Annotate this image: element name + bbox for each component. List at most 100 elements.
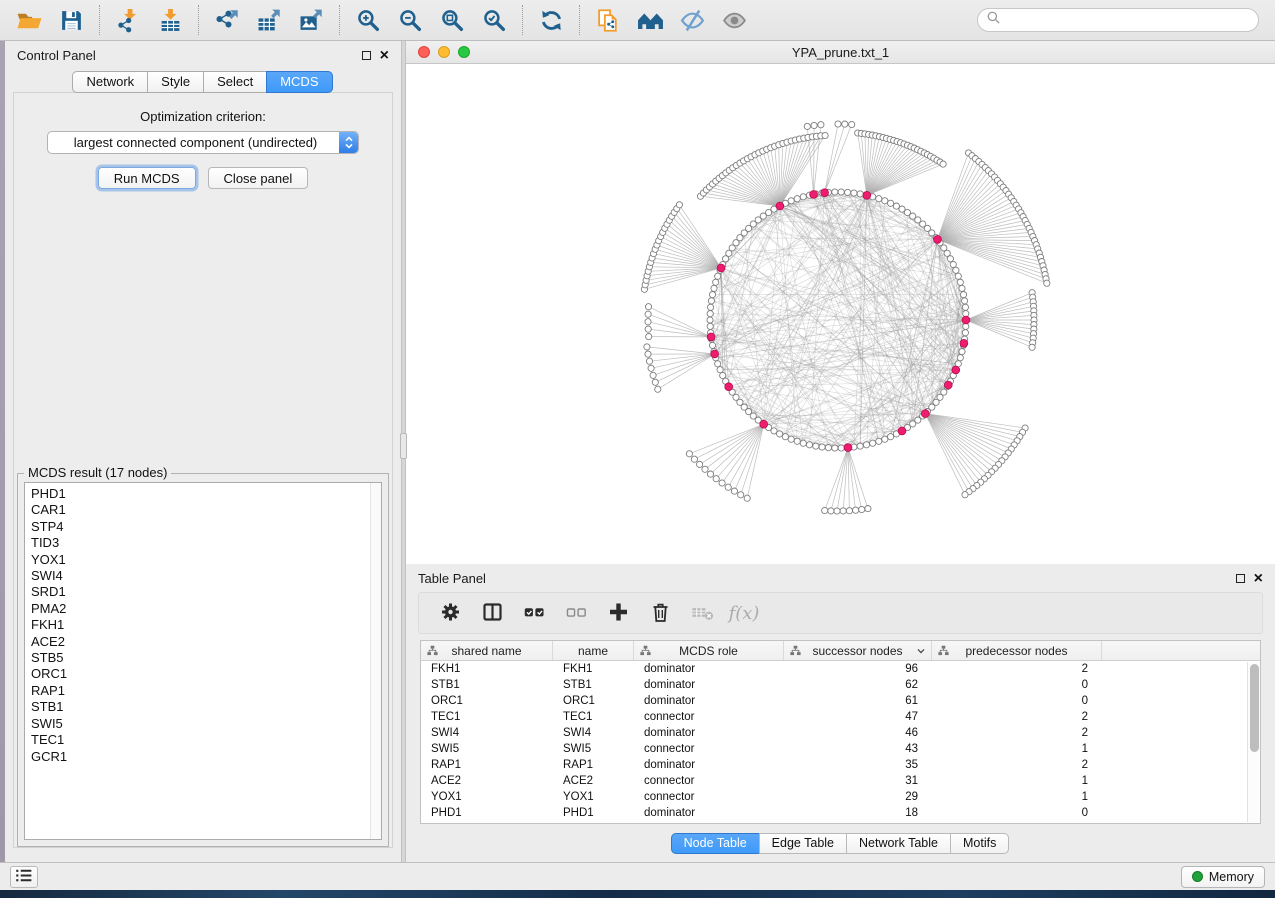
export-network-button[interactable] — [206, 3, 248, 37]
mcds-result-item[interactable]: STB1 — [31, 699, 381, 715]
mcds-result-item[interactable]: TEC1 — [31, 732, 381, 748]
first-neighbors-button[interactable] — [629, 3, 671, 37]
float-table-panel-icon[interactable] — [1236, 574, 1245, 583]
mcds-result-item[interactable]: RAP1 — [31, 683, 381, 699]
create-column-button[interactable] — [599, 596, 637, 630]
table-row[interactable]: TEC1TEC1connector472 — [421, 709, 1247, 725]
table-row[interactable]: SWI4SWI4dominator462 — [421, 725, 1247, 741]
cell-name: STB1 — [553, 677, 634, 693]
network-svg[interactable] — [406, 64, 1275, 563]
sort-indicator-icon[interactable] — [916, 646, 926, 656]
window-minimize-icon[interactable] — [438, 46, 450, 58]
open-session-button[interactable] — [8, 3, 50, 37]
close-table-panel-icon[interactable]: × — [1254, 574, 1263, 584]
mcds-result-item[interactable]: PMA2 — [31, 601, 381, 617]
column-header-predecessor-nodes[interactable]: predecessor nodes — [932, 641, 1102, 660]
show-all-button[interactable] — [713, 3, 755, 37]
save-session-button[interactable] — [50, 3, 92, 37]
import-network-button[interactable] — [107, 3, 149, 37]
table-row[interactable]: RAP1RAP1dominator352 — [421, 757, 1247, 773]
table-row[interactable]: FKH1FKH1dominator962 — [421, 661, 1247, 677]
checked-columns-icon — [523, 601, 546, 626]
mcds-result-item[interactable]: ORC1 — [31, 666, 381, 682]
mcds-result-item[interactable]: TID3 — [31, 535, 381, 551]
mcds-result-item[interactable]: SWI5 — [31, 716, 381, 732]
table-options-button[interactable] — [431, 596, 469, 630]
mcds-result-item[interactable]: SWI4 — [31, 568, 381, 584]
criterion-dropdown[interactable]: largest connected component (undirected) — [47, 131, 359, 154]
scrollbar-thumb[interactable] — [1250, 664, 1259, 752]
mcds-result-item[interactable]: ACE2 — [31, 634, 381, 650]
mcds-result-item[interactable]: YOX1 — [31, 552, 381, 568]
cell-shared-name: PHD1 — [421, 805, 553, 821]
tab-style[interactable]: Style — [147, 71, 204, 93]
mcds-result-item[interactable]: FKH1 — [31, 617, 381, 633]
cell-filler — [1102, 661, 1247, 677]
tab-node-table[interactable]: Node Table — [671, 833, 760, 854]
mcds-result-list[interactable]: PHD1CAR1STP4TID3YOX1SWI4SRD1PMA2FKH1ACE2… — [24, 482, 382, 840]
cell-mcds-role: connector — [634, 709, 784, 725]
table-row[interactable]: ORC1ORC1dominator610 — [421, 693, 1247, 709]
panel-splitter[interactable] — [401, 41, 406, 862]
task-history-button[interactable] — [10, 866, 38, 888]
mcds-result-item[interactable]: CAR1 — [31, 502, 381, 518]
show-column-panel-button[interactable] — [473, 596, 511, 630]
tab-edge-table[interactable]: Edge Table — [759, 833, 847, 854]
tab-network-table[interactable]: Network Table — [846, 833, 951, 854]
hide-selected-button[interactable] — [671, 3, 713, 37]
zoom-in-button[interactable] — [347, 3, 389, 37]
unselect-all-columns-button[interactable] — [557, 596, 595, 630]
select-all-columns-button[interactable] — [515, 596, 553, 630]
float-panel-icon[interactable] — [362, 51, 371, 60]
list-icon — [15, 868, 33, 886]
mcds-buttons: Run MCDS Close panel — [98, 167, 308, 189]
mcds-result-item[interactable]: STB5 — [31, 650, 381, 666]
splitter-grip[interactable] — [400, 433, 407, 459]
table-scrollbar[interactable] — [1247, 662, 1260, 822]
namespace-icon — [938, 645, 949, 656]
cell-filler — [1102, 789, 1247, 805]
table-row[interactable]: YOX1YOX1connector291 — [421, 789, 1247, 805]
zoom-fit-content-button[interactable] — [431, 3, 473, 37]
table-row[interactable]: SWI5SWI5connector431 — [421, 741, 1247, 757]
gear-icon — [439, 601, 462, 626]
run-mcds-button[interactable]: Run MCDS — [98, 167, 196, 189]
mcds-result-item[interactable]: PHD1 — [31, 486, 381, 502]
network-canvas[interactable] — [406, 64, 1275, 564]
memory-button[interactable]: Memory — [1181, 866, 1265, 888]
table-row[interactable]: PHD1PHD1dominator180 — [421, 805, 1247, 821]
column-header-name[interactable]: name — [553, 641, 634, 660]
table-toolbar: f(x) — [418, 592, 1263, 634]
cell-name: PHD1 — [553, 805, 634, 821]
refresh-view-button[interactable] — [530, 3, 572, 37]
tab-motifs[interactable]: Motifs — [950, 833, 1009, 854]
zoom-selected-button[interactable] — [473, 3, 515, 37]
zoom-out-icon — [397, 8, 424, 33]
tab-mcds[interactable]: MCDS — [266, 71, 332, 93]
tab-network[interactable]: Network — [72, 71, 148, 93]
search-input[interactable] — [1006, 13, 1250, 27]
export-table-button[interactable] — [248, 3, 290, 37]
zoom-out-button[interactable] — [389, 3, 431, 37]
column-header-successor-nodes[interactable]: successor nodes — [784, 641, 932, 660]
window-close-icon[interactable] — [418, 46, 430, 58]
close-panel-button[interactable]: Close panel — [208, 167, 309, 189]
mcds-result-item[interactable]: STP4 — [31, 519, 381, 535]
column-header-shared-name[interactable]: shared name — [421, 641, 553, 660]
search-box[interactable] — [977, 8, 1259, 32]
mcds-result-item[interactable]: SRD1 — [31, 584, 381, 600]
column-header-mcds-role[interactable]: MCDS role — [634, 641, 784, 660]
network-window-titlebar[interactable]: YPA_prune.txt_1 — [406, 41, 1275, 64]
close-panel-icon[interactable]: × — [380, 51, 389, 61]
window-maximize-icon[interactable] — [458, 46, 470, 58]
import-table-button[interactable] — [149, 3, 191, 37]
clone-network-icon — [595, 8, 622, 33]
mcds-result-item[interactable]: GCR1 — [31, 749, 381, 765]
table-row[interactable]: STB1STB1dominator620 — [421, 677, 1247, 693]
clone-network-button[interactable] — [587, 3, 629, 37]
table-row[interactable]: ACE2ACE2connector311 — [421, 773, 1247, 789]
delete-table-icon — [691, 601, 714, 626]
delete-column-button[interactable] — [641, 596, 679, 630]
tab-select[interactable]: Select — [203, 71, 267, 93]
export-image-button[interactable] — [290, 3, 332, 37]
